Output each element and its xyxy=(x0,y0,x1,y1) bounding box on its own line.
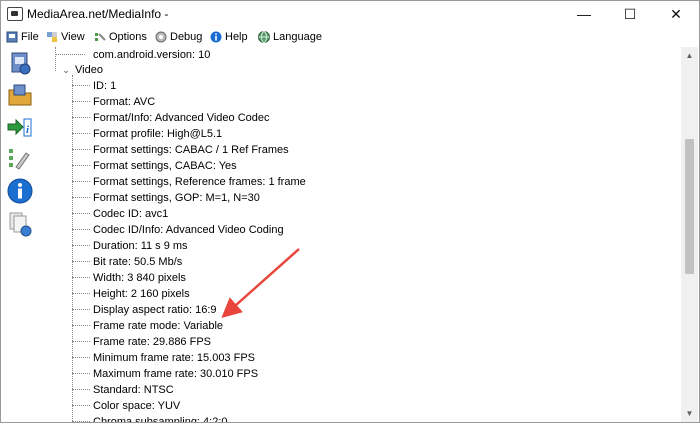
preferences-icon[interactable] xyxy=(6,145,34,173)
tree-item[interactable]: Format settings, GOP: M=1, N=30 xyxy=(93,190,260,206)
menu-file-label: File xyxy=(21,31,39,43)
tree-section-video[interactable]: Video xyxy=(75,62,103,78)
menu-debug[interactable]: Debug xyxy=(155,29,202,45)
menu-language[interactable]: Language xyxy=(258,29,322,45)
tree-connector xyxy=(72,181,90,182)
menu-help-label: Help xyxy=(225,31,248,43)
tree-connector xyxy=(72,213,90,214)
tree-connector xyxy=(72,421,90,422)
tree-guide-line xyxy=(55,47,56,71)
tree-connector xyxy=(72,133,90,134)
tree-connector xyxy=(72,197,90,198)
tree-connector xyxy=(72,309,90,310)
maximize-button[interactable]: ☐ xyxy=(607,1,653,27)
tree-item[interactable]: Format settings, Reference frames: 1 fra… xyxy=(93,174,306,190)
scrollbar-thumb[interactable] xyxy=(685,139,694,274)
menu-bar: File View Options Debug Help Language xyxy=(1,27,699,47)
tree-connector xyxy=(72,101,90,102)
tree-connector xyxy=(72,149,90,150)
tree-item[interactable]: Codec ID/Info: Advanced Video Coding xyxy=(93,222,284,238)
menu-view-label: View xyxy=(61,31,85,43)
tree-item[interactable]: Minimum frame rate: 15.003 FPS xyxy=(93,350,255,366)
tree-connector xyxy=(72,325,90,326)
tree-item[interactable]: Chroma subsampling: 4:2:0 xyxy=(93,414,228,422)
options-icon xyxy=(95,33,106,41)
tree-item[interactable]: Format profile: High@L5.1 xyxy=(93,126,222,142)
tree-connector xyxy=(72,389,90,390)
tree-item[interactable]: Maximum frame rate: 30.010 FPS xyxy=(93,366,258,382)
chevron-down-icon[interactable]: ⌄ xyxy=(61,65,71,75)
tree-connector xyxy=(72,165,90,166)
debug-icon xyxy=(155,31,167,43)
view-icon xyxy=(47,32,57,42)
tree-connector xyxy=(72,277,90,278)
mediainfo-app-icon xyxy=(7,7,23,21)
tree-connector xyxy=(72,245,90,246)
open-folder-icon[interactable] xyxy=(6,81,34,109)
scroll-down-arrow-icon[interactable]: ▼ xyxy=(681,405,698,422)
tree-item[interactable]: Format: AVC xyxy=(93,94,155,110)
menu-view[interactable]: View xyxy=(46,29,85,45)
tree-item[interactable]: Format settings, CABAC: Yes xyxy=(93,158,237,174)
menu-file[interactable]: File xyxy=(6,29,39,45)
tree-item[interactable]: Duration: 11 s 9 ms xyxy=(93,238,188,254)
title-bar[interactable]: MediaArea.net/MediaInfo - — ☐ ✕ xyxy=(1,1,699,27)
tree-item[interactable]: Standard: NTSC xyxy=(93,382,174,398)
tree-connector xyxy=(72,341,90,342)
menu-language-label: Language xyxy=(273,31,322,43)
menu-options[interactable]: Options xyxy=(94,29,147,45)
tree-connector xyxy=(72,373,90,374)
tree-item-top[interactable]: com.android.version: 10 xyxy=(93,47,210,63)
scroll-up-arrow-icon[interactable]: ▲ xyxy=(681,47,698,64)
vertical-scrollbar[interactable]: ▲ ▼ xyxy=(681,47,698,422)
tree-item[interactable]: Frame rate mode: Variable xyxy=(93,318,223,334)
close-button[interactable]: ✕ xyxy=(653,1,699,27)
newsletter-icon[interactable] xyxy=(6,210,34,238)
tree-item[interactable]: Display aspect ratio: 16:9 xyxy=(93,302,217,318)
tree-connector xyxy=(72,261,90,262)
tree-item[interactable]: Frame rate: 29.886 FPS xyxy=(93,334,211,350)
tree-connector xyxy=(72,293,90,294)
tree-item[interactable]: Format/Info: Advanced Video Codec xyxy=(93,110,270,126)
minimize-button[interactable]: — xyxy=(561,1,607,27)
tree-item[interactable]: Bit rate: 50.5 Mb/s xyxy=(93,254,182,270)
help-icon xyxy=(210,31,222,43)
export-icon[interactable]: i xyxy=(6,113,34,141)
menu-help[interactable]: Help xyxy=(210,29,248,45)
open-file-icon[interactable] xyxy=(6,49,34,77)
tree-item[interactable]: Color space: YUV xyxy=(93,398,180,414)
file-icon xyxy=(6,31,18,43)
tree-connector xyxy=(72,229,90,230)
tree-connector xyxy=(72,405,90,406)
tree-item[interactable]: Format settings: CABAC / 1 Ref Frames xyxy=(93,142,289,158)
tree-item[interactable]: Height: 2 160 pixels xyxy=(93,286,190,302)
window-title: MediaArea.net/MediaInfo - xyxy=(27,7,169,21)
tree-item[interactable]: Codec ID: avc1 xyxy=(93,206,168,222)
mediainfo-window: MediaArea.net/MediaInfo - — ☐ ✕ File Vie… xyxy=(0,0,700,423)
left-toolbar: i xyxy=(1,47,39,422)
tree-connector xyxy=(72,357,90,358)
tree-connector xyxy=(72,117,90,118)
tree-item[interactable]: ID: 1 xyxy=(93,78,116,94)
language-icon xyxy=(258,31,270,43)
tree-item[interactable]: Width: 3 840 pixels xyxy=(93,270,186,286)
tree-connector xyxy=(55,54,85,55)
tree-connector xyxy=(72,85,90,86)
info-tree-view[interactable]: com.android.version: 10 ⌄ Video ID: 1 For… xyxy=(39,47,681,422)
menu-options-label: Options xyxy=(109,31,147,43)
menu-debug-label: Debug xyxy=(170,31,203,43)
tree-guide-line xyxy=(72,75,73,422)
info-icon[interactable] xyxy=(6,177,34,205)
